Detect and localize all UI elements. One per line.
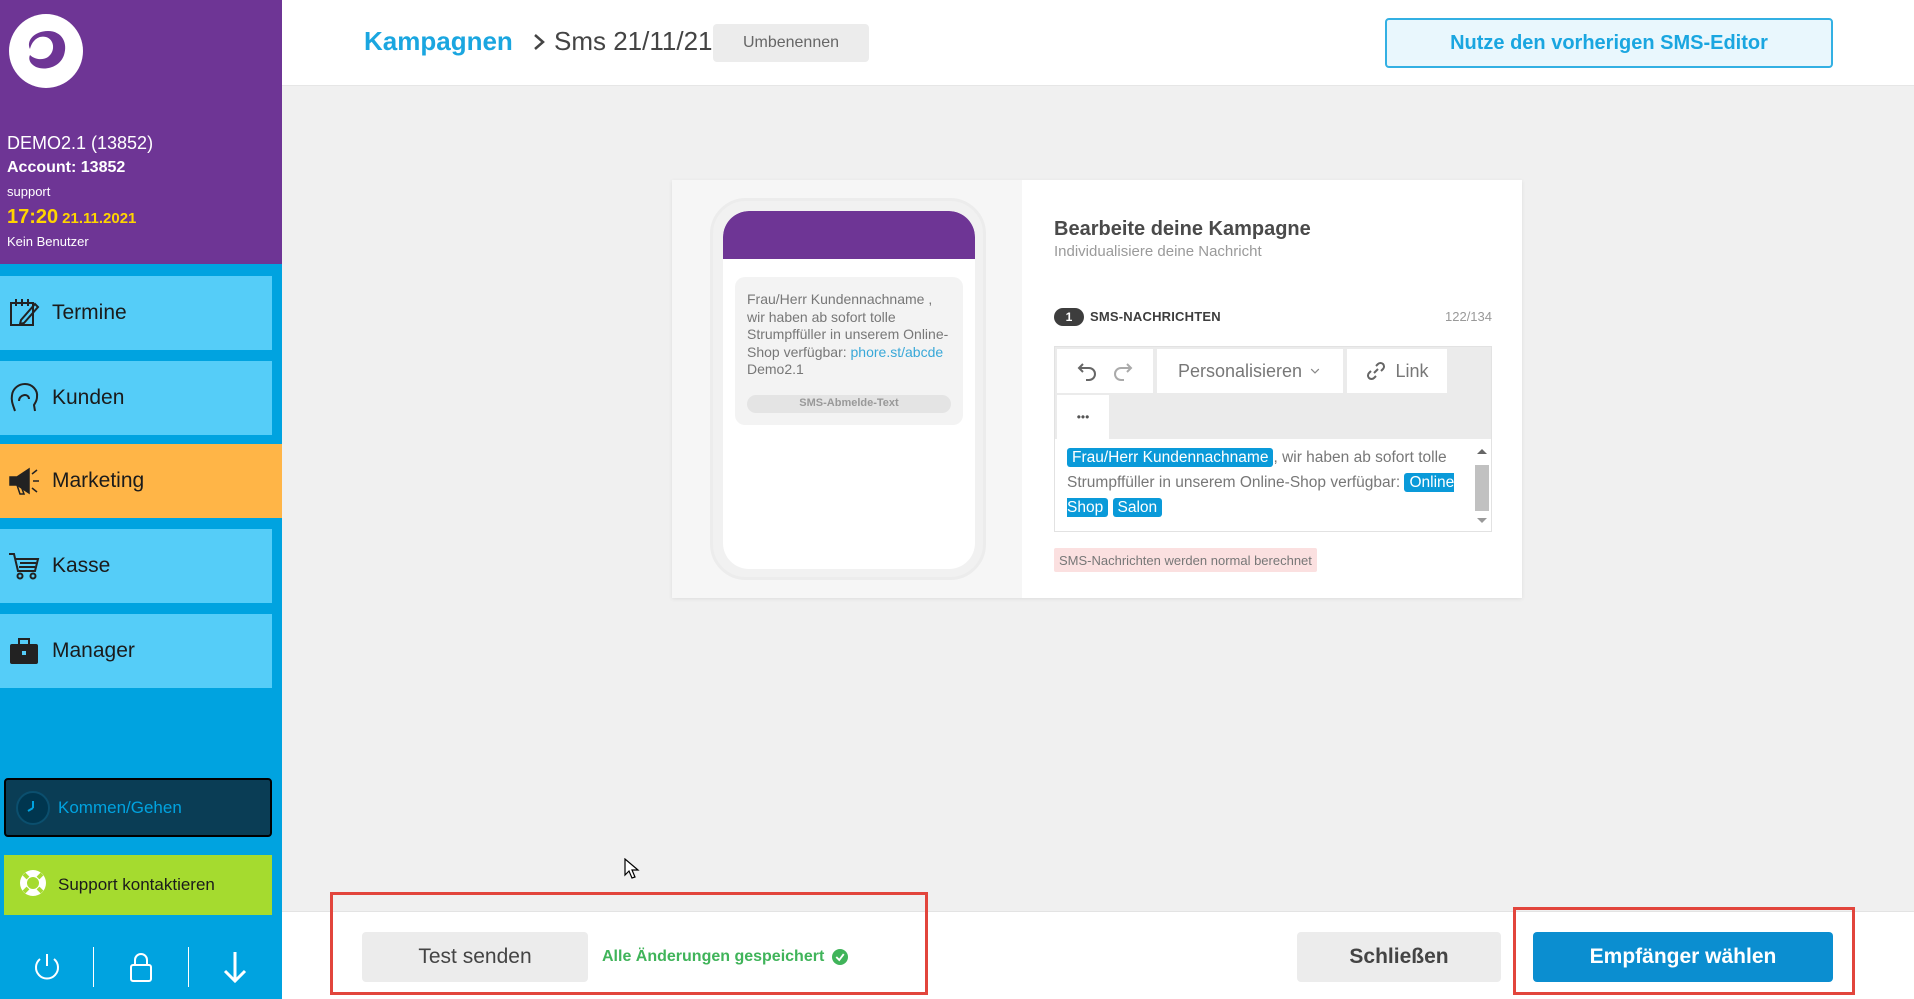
brand-logo[interactable] — [9, 14, 83, 88]
phone-mockup: Frau/Herr Kundennachname , wir haben ab … — [710, 198, 986, 580]
billing-warning: SMS-Nachrichten werden normal berechnet — [1054, 548, 1317, 572]
message-textarea[interactable]: Frau/Herr Kundennachname, wir haben ab s… — [1055, 439, 1491, 531]
use-previous-editor-button[interactable]: Nutze den vorherigen SMS-Editor — [1385, 18, 1833, 68]
current-date: 21.11.2021 — [62, 210, 137, 227]
sidebar-item-manager[interactable]: Manager — [0, 614, 272, 688]
sms-count-row: 1 SMS-NACHRICHTEN 122/134 — [1054, 306, 1492, 326]
account-datetime: 17:20 21.11.2021 — [7, 206, 136, 229]
kommen-gehen-label: Kommen/Gehen — [58, 797, 182, 817]
send-test-button[interactable]: Test senden — [362, 932, 588, 982]
customer-head-icon — [6, 380, 42, 416]
mouse-cursor-icon — [624, 858, 640, 879]
chevron-right-icon — [534, 34, 545, 50]
editor-title: Bearbeite deine Kampagne — [1054, 218, 1311, 240]
scroll-up-icon[interactable] — [1474, 445, 1490, 457]
power-button[interactable] — [0, 941, 93, 993]
redo-icon — [1114, 363, 1133, 381]
current-time: 17:20 — [7, 206, 59, 228]
close-button[interactable]: Schließen — [1297, 932, 1501, 982]
sidebar-item-marketing[interactable]: Marketing — [0, 444, 282, 518]
chevron-down-icon — [1310, 368, 1320, 374]
support-contact-label: Support kontaktieren — [58, 875, 215, 894]
account-number: Account: 13852 — [7, 159, 126, 176]
save-status: Alle Änderungen gespeichert — [602, 948, 849, 966]
phone-screen: Frau/Herr Kundennachname , wir haben ab … — [723, 211, 975, 569]
more-icon: ••• — [1076, 410, 1090, 424]
undo-icon — [1077, 363, 1096, 381]
sidebar-item-label: Termine — [52, 301, 127, 324]
brand-logo-icon — [28, 31, 66, 69]
lock-icon — [130, 953, 153, 982]
placeholder-tag-salon[interactable]: Salon — [1112, 498, 1163, 517]
arrow-down-button[interactable] — [189, 941, 282, 993]
scroll-down-icon[interactable] — [1474, 515, 1490, 527]
save-status-label: Alle Änderungen gespeichert — [602, 948, 825, 965]
insert-link-button[interactable]: Link — [1347, 349, 1447, 393]
account-name: DEMO2.1 (13852) — [7, 133, 154, 153]
kommen-gehen-button[interactable]: Kommen/Gehen — [4, 778, 272, 837]
sidebar-item-label: Kunden — [52, 386, 125, 409]
sidebar-item-termine[interactable]: Termine — [0, 276, 272, 350]
calendar-edit-icon — [6, 295, 42, 331]
power-icon — [34, 954, 59, 980]
link-icon — [1367, 361, 1386, 381]
sms-preview-suffix: Demo2.1 — [747, 361, 804, 377]
current-user: Kein Benutzer — [7, 234, 89, 249]
arrow-down-icon — [224, 952, 247, 984]
briefcase-icon — [6, 633, 42, 669]
personalize-label: Personalisieren — [1177, 360, 1303, 381]
support-contact-button[interactable]: Support kontaktieren — [4, 855, 272, 915]
phone-preview-panel: Frau/Herr Kundennachname , wir haben ab … — [672, 180, 1022, 598]
editor-panel: Bearbeite deine Kampagne Individualisier… — [1022, 180, 1522, 598]
megaphone-icon — [6, 463, 42, 499]
breadcrumb-kampagnen-link[interactable]: Kampagnen — [364, 26, 513, 57]
check-icon — [832, 949, 849, 965]
rename-button[interactable]: Umbenennen — [713, 24, 869, 62]
unsubscribe-text-pill: SMS-Abmelde-Text — [747, 395, 951, 413]
editor-toolbar: Personalisieren Link ••• — [1055, 347, 1491, 439]
placeholder-tag-name[interactable]: Frau/Herr Kundennachname — [1067, 448, 1274, 467]
campaign-title: Sms 21/11/21 — [554, 26, 713, 56]
more-tools-button[interactable]: ••• — [1057, 395, 1109, 439]
sms-label: SMS-NACHRICHTEN — [1090, 309, 1221, 324]
main-content: Frau/Herr Kundennachname , wir haben ab … — [282, 86, 1914, 911]
cart-icon — [6, 548, 42, 584]
message-editor: Personalisieren Link ••• Frau/Herr Kunde… — [1054, 346, 1492, 532]
account-panel: DEMO2.1 (13852) Account: 13852 support 1… — [0, 0, 282, 264]
sidebar: DEMO2.1 (13852) Account: 13852 support 1… — [0, 0, 282, 999]
lifebuoy-icon — [18, 868, 48, 903]
lock-button[interactable] — [94, 941, 187, 993]
editor-subtitle: Individualisiere deine Nachricht — [1054, 243, 1262, 260]
top-bar: Kampagnen Sms 21/11/21 Umbenennen Nutze … — [282, 0, 1914, 86]
sidebar-item-label: Manager — [52, 639, 135, 662]
sms-preview-bubble: Frau/Herr Kundennachname , wir haben ab … — [735, 277, 963, 425]
account-role: support — [7, 184, 51, 199]
undo-button[interactable] — [1076, 360, 1098, 382]
personalize-dropdown[interactable]: Personalisieren — [1157, 349, 1343, 393]
character-count: 122/134 — [1445, 309, 1492, 324]
app-window: DEMO2.1 (13852) Account: 13852 support 1… — [0, 0, 1914, 999]
clock-icon — [16, 790, 50, 825]
sms-count-badge: 1 — [1054, 308, 1084, 326]
choose-recipients-button[interactable]: Empfänger wählen — [1533, 932, 1833, 982]
bottom-action-bar: Test senden Alle Änderungen gespeichert … — [282, 911, 1914, 999]
textarea-scrollbar[interactable] — [1473, 441, 1489, 529]
sms-preview-link: phore.st/abcde — [850, 343, 944, 360]
redo-button[interactable] — [1112, 360, 1134, 382]
undo-redo-group — [1057, 349, 1153, 393]
sidebar-item-label: Kasse — [52, 554, 111, 577]
sidebar-item-kunden[interactable]: Kunden — [0, 361, 272, 435]
scrollbar-thumb[interactable] — [1475, 465, 1489, 511]
sidebar-item-label: Marketing — [52, 469, 145, 492]
sidebar-bottom-actions — [0, 935, 282, 999]
sidebar-item-kasse[interactable]: Kasse — [0, 529, 272, 603]
link-label: Link — [1395, 360, 1429, 381]
campaign-editor-card: Frau/Herr Kundennachname , wir haben ab … — [672, 180, 1522, 598]
phone-header — [723, 211, 975, 259]
